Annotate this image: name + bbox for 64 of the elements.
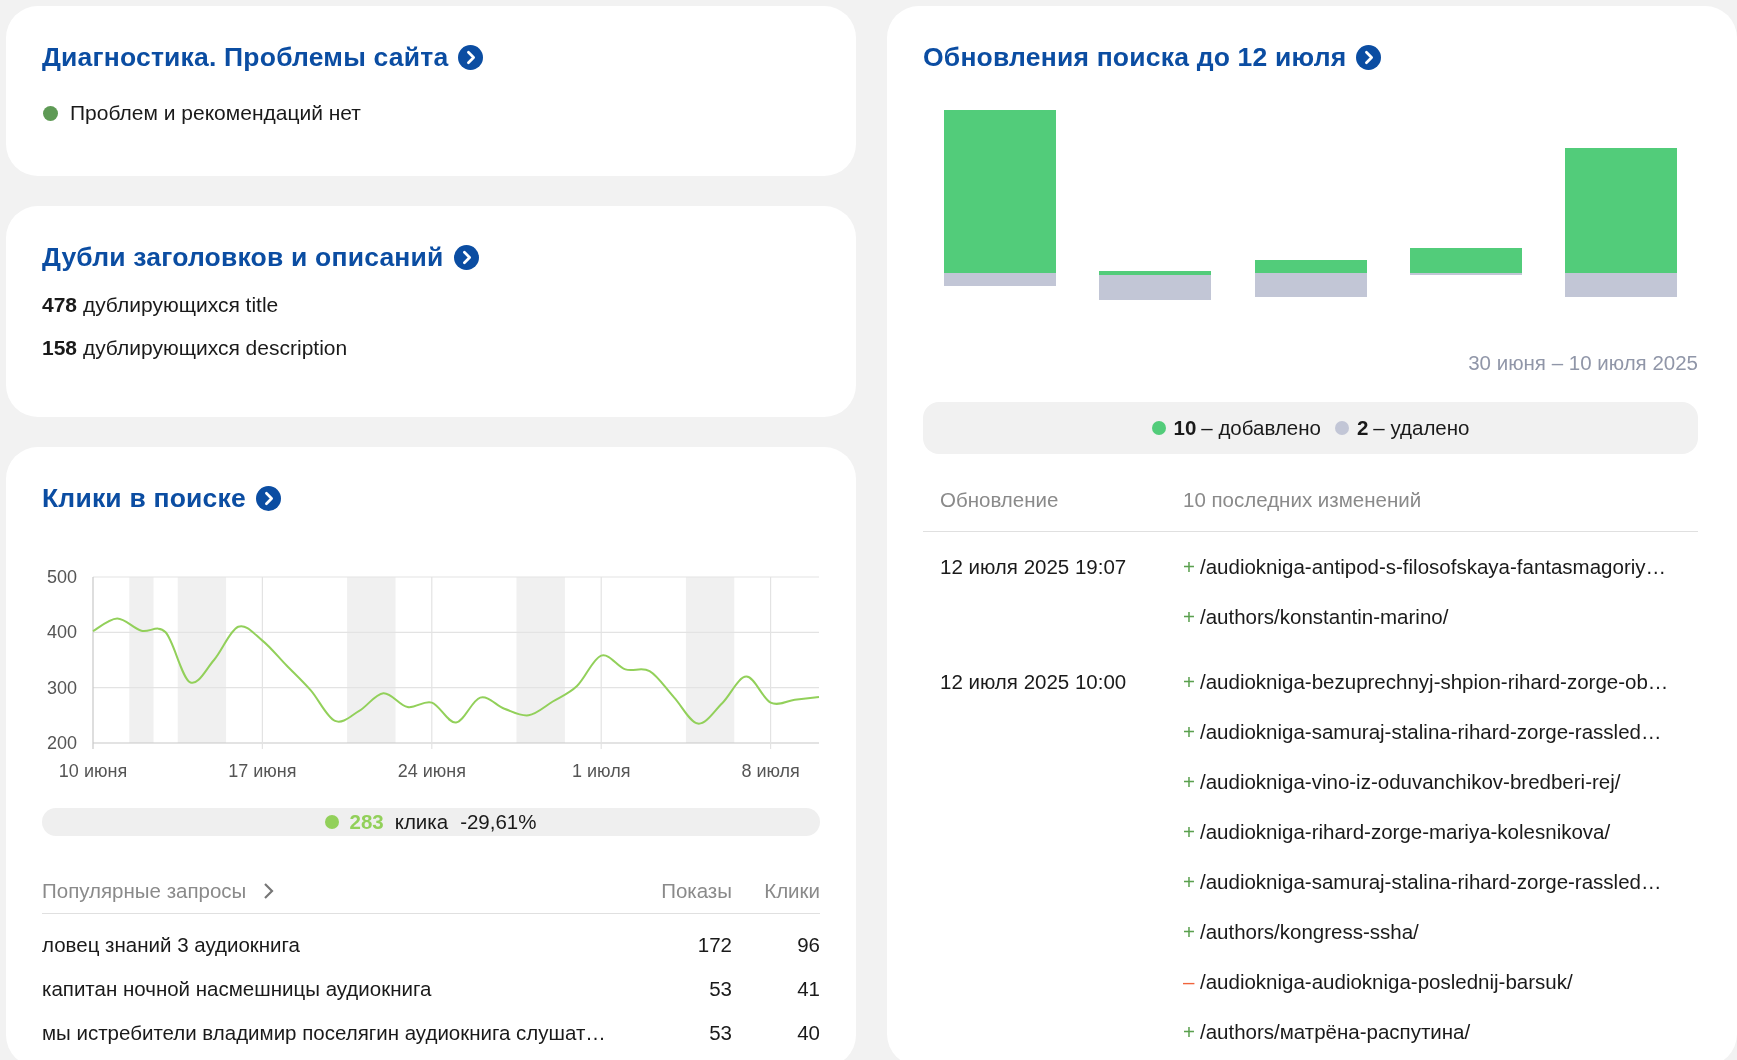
table-cell-text: 96 <box>796 933 820 957</box>
x-axis-label: 8 июля <box>741 761 800 781</box>
column-header: Обновление <box>940 488 1060 512</box>
page-path[interactable]: /authors/матрёна-распутина/ <box>1200 1020 1471 1044</box>
arrow-right-icon[interactable] <box>1356 44 1382 70</box>
page-path[interactable]: /audiokniga-samuraj-stalina-rihard-zorge-rassled… <box>1200 870 1662 894</box>
column-header: 10 последних изменений <box>1183 488 1422 512</box>
legend-label: – удалено <box>1373 416 1470 440</box>
legend-label: – добавлено <box>1201 416 1321 440</box>
query-text[interactable]: мы истребители владимир поселягин аудиокнига слушат… <box>42 1021 612 1045</box>
table-cell-text: 53 <box>708 977 732 1001</box>
x-axis-label: 24 июня <box>397 761 466 781</box>
table-cell-text: 172 <box>696 933 732 957</box>
column-header: Клики <box>763 879 820 903</box>
x-axis-label: 10 июня <box>58 761 128 781</box>
x-axis-label: 1 июля <box>572 761 631 781</box>
period-text: 30 июня – 10 июля 2025 <box>1467 351 1698 375</box>
duplicate-count-text: 158 дублирующихся description <box>42 336 349 360</box>
update-date: 12 июля 2025 19:07 <box>940 555 1127 578</box>
query-text[interactable]: капитан ночной насмешницы аудиокнига <box>42 977 612 1001</box>
y-axis-label: 200 <box>46 733 77 753</box>
change-sign: + <box>1183 920 1196 944</box>
arrow-right-icon[interactable] <box>453 244 479 270</box>
y-axis-label: 400 <box>46 622 77 643</box>
y-axis-label: 500 <box>46 567 77 587</box>
change-sign: + <box>1183 770 1196 794</box>
change-sign: – <box>1183 970 1196 994</box>
table-cell-text: 53 <box>708 1021 732 1045</box>
table-cell-text: 41 <box>796 977 820 1001</box>
card-title[interactable]: Дубли заголовков и описаний <box>42 241 444 273</box>
page-path[interactable]: /audiokniga-vino-iz-oduvanchikov-bredberi-rej/ <box>1200 770 1621 794</box>
arrow-right-icon[interactable] <box>255 485 281 511</box>
update-date: 12 июля 2025 10:00 <box>940 670 1127 693</box>
change-percent: -29,61% <box>460 810 537 834</box>
page-path[interactable]: /audiokniga-antipod-s-filosofskaya-fantasmagoriy… <box>1200 555 1667 579</box>
page-path[interactable]: /audiokniga-audiokniga-poslednij-barsuk/ <box>1200 970 1573 994</box>
change-sign: + <box>1183 605 1196 629</box>
column-header: Показы <box>660 879 732 903</box>
card-title[interactable]: Диагностика. Проблемы сайта <box>42 41 449 73</box>
x-axis-label: 17 июня <box>228 761 297 781</box>
page-path[interactable]: /authors/kongress-ssha/ <box>1200 920 1419 944</box>
change-sign: + <box>1183 720 1196 744</box>
clicks-value: 283 <box>349 810 384 834</box>
change-sign: + <box>1183 555 1196 579</box>
arrow-right-icon[interactable] <box>458 44 484 70</box>
query-text[interactable]: ловец знаний 3 аудиокнига <box>42 933 612 957</box>
change-sign: + <box>1183 1020 1196 1044</box>
change-sign: + <box>1183 820 1196 844</box>
change-sign: + <box>1183 670 1196 694</box>
duplicate-count-text: 478 дублирующихся title <box>42 293 280 317</box>
card-title[interactable]: Обновления поиска до 12 июля <box>923 41 1347 73</box>
page-path[interactable]: /audiokniga-bezuprechnyj-shpion-rihard-zorge-ob… <box>1200 670 1669 694</box>
table-cell-text: 40 <box>796 1021 820 1045</box>
page-path[interactable]: /audiokniga-samuraj-stalina-rihard-zorge-rassled… <box>1200 720 1662 744</box>
status-text: Проблем и рекомендаций нет <box>70 101 361 125</box>
page-path[interactable]: /audiokniga-rihard-zorge-mariya-kolesnikova/ <box>1200 820 1611 844</box>
legend-count: 10 <box>1173 416 1197 440</box>
clicks-label: клика <box>394 810 449 834</box>
legend-count: 2 <box>1356 416 1369 440</box>
page-path[interactable]: /authors/konstantin-marino/ <box>1200 605 1449 629</box>
y-axis-label: 300 <box>46 677 77 698</box>
card-title[interactable]: Клики в поиске <box>42 482 246 514</box>
change-sign: + <box>1183 870 1196 894</box>
chevron-right-icon[interactable] <box>263 882 276 900</box>
